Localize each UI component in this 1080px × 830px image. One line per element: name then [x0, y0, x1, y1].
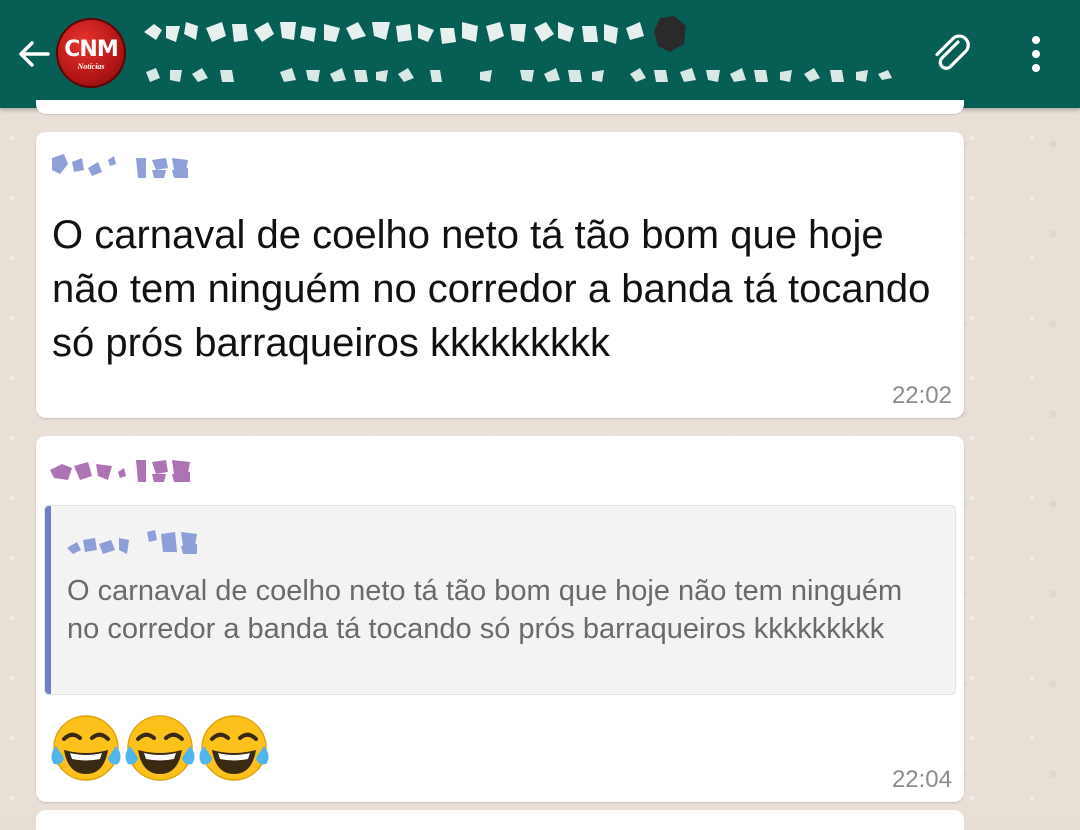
quote-accent-bar: [45, 506, 51, 694]
previous-message-bubble: [36, 100, 964, 114]
contact-avatar[interactable]: CNM Notícias: [56, 18, 126, 88]
message-text: O carnaval de coelho neto tá tão bom que…: [52, 213, 931, 365]
face-with-tears-of-joy-emoji: [125, 715, 195, 781]
quoted-message[interactable]: O carnaval de coelho neto tá tão bom que…: [44, 505, 956, 695]
message-bubble[interactable]: O carnaval de coelho neto tá tão bom que…: [36, 436, 964, 802]
redacted-contact-status: [146, 68, 892, 82]
message-timestamp: 22:04: [891, 766, 952, 793]
redacted-sender-name: [52, 154, 188, 178]
face-with-tears-of-joy-emoji: [51, 715, 121, 781]
more-vert-icon[interactable]: [1022, 32, 1050, 76]
face-with-tears-of-joy-emoji: [199, 715, 269, 781]
redacted-quoted-sender-name: [67, 530, 197, 554]
back-arrow-icon[interactable]: [14, 34, 54, 74]
redacted-sender-name: [50, 460, 190, 482]
attach-icon[interactable]: [928, 30, 976, 78]
next-message-bubble: [36, 810, 964, 830]
top-app-bar: CNM Notícias: [0, 0, 1080, 108]
message-bubble[interactable]: O carnaval de coelho neto tá tão bom que…: [36, 132, 964, 418]
quoted-message-text: O carnaval de coelho neto tá tão bom que…: [67, 575, 903, 645]
avatar-logo-text: CNM: [64, 37, 118, 62]
avatar-logo-subtext: Notícias: [77, 62, 105, 71]
message-timestamp: 22:02: [891, 382, 952, 409]
redacted-contact-name[interactable]: [140, 12, 700, 56]
